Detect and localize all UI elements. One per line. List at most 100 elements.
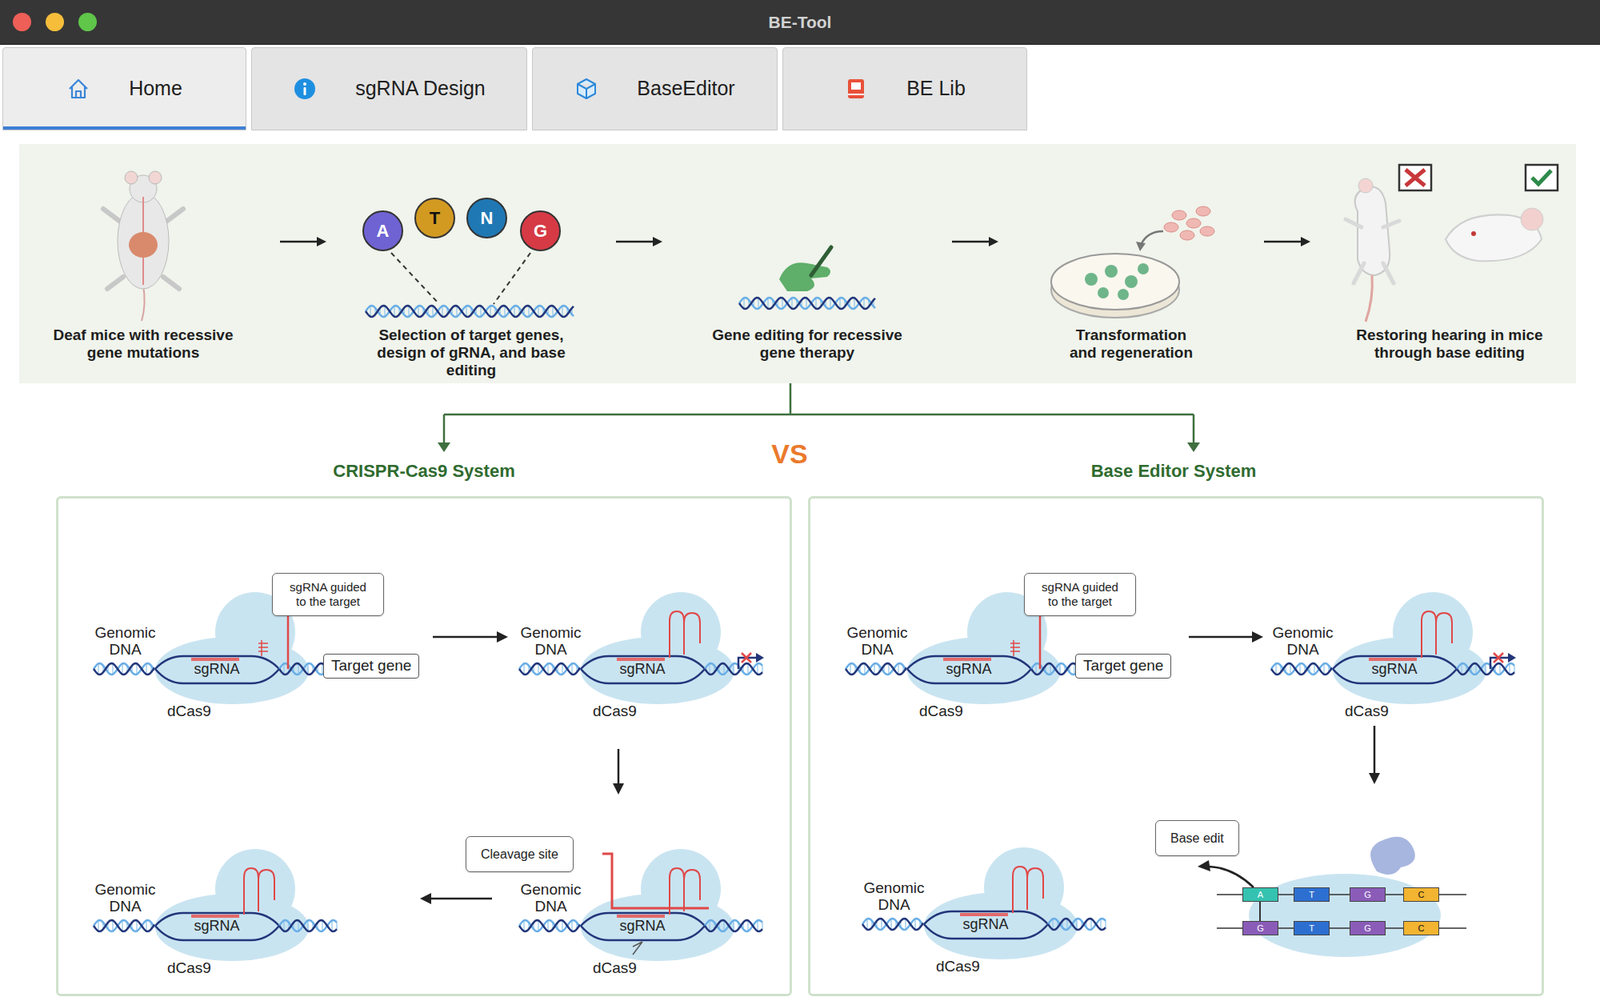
tab-label: BaseEditor xyxy=(636,73,735,104)
genomic-dna-label: Genomic DNA xyxy=(839,624,916,659)
workflow-step: ATNGSelection of target genes, design of… xyxy=(339,155,604,384)
tab-label: Home xyxy=(128,73,183,104)
tab[interactable]: Home xyxy=(2,47,247,131)
workflow-step: Deaf mice with recessive gene mutations xyxy=(19,155,268,384)
workflow-step: Restoring hearing in mice through base e… xyxy=(1323,155,1576,384)
culture-icon xyxy=(1043,195,1220,324)
base-box: C xyxy=(1403,920,1440,936)
genomic-dna-label: Genomic DNA xyxy=(87,881,164,916)
dcas9-label: dCas9 xyxy=(592,959,637,978)
base-box: T xyxy=(1293,887,1330,902)
tab[interactable]: sgRNA Design xyxy=(251,47,528,131)
step-illustration xyxy=(95,155,192,324)
dna-complex-diagram xyxy=(87,847,344,988)
base-box: T xyxy=(1293,920,1330,936)
editing-icon xyxy=(731,243,884,324)
base-box: G xyxy=(1242,920,1279,936)
cas-complex: Genomic DNA sgRNA dCas9 xyxy=(512,590,769,731)
genomic-dna-label: Genomic DNA xyxy=(512,881,589,916)
callout: sgRNA guided to the target xyxy=(272,572,384,616)
workflow-arrow xyxy=(603,155,676,384)
sgrna-label: sgRNA xyxy=(1358,660,1431,679)
workflow-step: Gene editing for recessive gene therapy xyxy=(675,155,940,384)
dcas9-label: dCas9 xyxy=(1344,702,1389,721)
nucleotide-badge: T xyxy=(414,197,456,239)
genomic-dna-label: Genomic DNA xyxy=(1264,624,1341,659)
window-title: BE-Tool xyxy=(768,9,832,36)
base-box: G xyxy=(1349,920,1386,936)
base-box: G xyxy=(1349,887,1386,902)
arrow-icon xyxy=(614,235,664,248)
dcas9-label: dCas9 xyxy=(167,702,212,721)
base-edit-diagram: ATGCGTGCBase edit xyxy=(1264,847,1521,988)
workflow-arrow xyxy=(1251,155,1324,384)
sgrna-label: sgRNA xyxy=(180,917,253,936)
step-illustration xyxy=(1325,155,1574,324)
dcas9-label: dCas9 xyxy=(592,702,637,721)
nucleotide-badge: N xyxy=(466,197,508,239)
cas-complex: Genomic DNAsgRNAdCas9sgRNA guided to the… xyxy=(87,590,344,731)
target-gene-label: Target gene xyxy=(323,653,420,679)
system-comparison: Genomic DNA sgRNA dCas9 sgRNA guided to the… xyxy=(0,496,1600,996)
grna-design-illustration: ATNG xyxy=(359,203,584,324)
cas-complex: Genomic DNA sgRNA dCas9 xyxy=(856,845,1112,986)
dna-complex-diagram xyxy=(1264,590,1521,731)
workflow-step: Transformation and regeneration xyxy=(1011,155,1252,384)
base-box: C xyxy=(1403,887,1440,902)
step-caption: Transformation and regeneration xyxy=(1063,326,1200,362)
step-caption: Selection of target genes, design of gRN… xyxy=(361,326,582,380)
genomic-dna-label: Genomic DNA xyxy=(856,880,932,914)
vs-label: VS xyxy=(749,439,830,469)
genomic-dna-label: Genomic DNA xyxy=(87,624,164,659)
dcas9-label: dCas9 xyxy=(919,702,964,721)
sgrna-label: sgRNA xyxy=(949,916,1022,934)
title-bar: BE-Tool xyxy=(0,0,1600,45)
arrow-icon xyxy=(278,235,328,248)
arrow-icon xyxy=(1262,235,1312,248)
step-caption: Restoring hearing in mice through base e… xyxy=(1341,326,1558,362)
step-illustration xyxy=(731,155,884,324)
arrow-icon xyxy=(950,235,1000,248)
minimize-button[interactable] xyxy=(45,12,64,32)
dcas9-label: dCas9 xyxy=(936,957,980,976)
window-controls xyxy=(12,12,97,32)
genomic-dna-label: Genomic DNA xyxy=(512,624,589,659)
workflow-arrow xyxy=(939,155,1012,384)
callout: Cleavage site xyxy=(465,836,574,872)
cas-complex: Genomic DNA sgRNA dCas9 xyxy=(87,847,344,988)
dna-complex-diagram xyxy=(512,590,769,731)
sgrna-label: sgRNA xyxy=(606,917,679,936)
step-caption: Deaf mice with recessive gene mutations xyxy=(39,326,248,362)
tab-label: BE Lib xyxy=(906,73,966,104)
sgrna-label: sgRNA xyxy=(180,660,253,679)
cube-icon xyxy=(574,76,599,101)
tab-label: sgRNA Design xyxy=(355,73,486,104)
cas-complex: Genomic DNAsgRNAdCas9Cleavage site xyxy=(512,847,769,988)
nucleotide-badge: G xyxy=(520,210,561,252)
cas-complex: Genomic DNA sgRNA dCas9 xyxy=(1264,590,1521,731)
info-icon xyxy=(292,76,317,101)
tab-bar: Home sgRNA Design BaseEditor BE Lib xyxy=(0,44,1600,131)
tab[interactable]: BaseEditor xyxy=(532,47,778,131)
book-icon xyxy=(844,76,868,101)
step-illustration: ATNG xyxy=(359,155,584,324)
system-panel: Genomic DNA sgRNA dCas9 sgRNA guided to the… xyxy=(808,496,1544,996)
restore-icon xyxy=(1325,163,1574,324)
system-panel: Genomic DNA sgRNA dCas9 sgRNA guided to the… xyxy=(56,496,792,996)
step-caption: Gene editing for recessive gene therapy xyxy=(711,326,904,362)
mouse-icon xyxy=(95,164,192,324)
cas-complex: Genomic DNAsgRNAdCas9sgRNA guided to the… xyxy=(839,590,1096,731)
zoom-button[interactable] xyxy=(78,12,97,32)
step-illustration xyxy=(1043,155,1220,324)
sgrna-label: sgRNA xyxy=(606,660,679,679)
system-title: CRISPR-Cas9 System xyxy=(264,460,584,482)
tab[interactable]: BE Lib xyxy=(782,47,1028,131)
dcas9-label: dCas9 xyxy=(167,959,212,978)
workflow-panel: Deaf mice with recessive gene mutations A… xyxy=(19,144,1576,384)
base-box: A xyxy=(1242,887,1279,902)
close-button[interactable] xyxy=(12,12,32,32)
callout: Base edit xyxy=(1155,820,1240,856)
workflow-arrow xyxy=(267,155,340,384)
home-icon xyxy=(66,76,91,101)
callout: sgRNA guided to the target xyxy=(1024,572,1136,616)
